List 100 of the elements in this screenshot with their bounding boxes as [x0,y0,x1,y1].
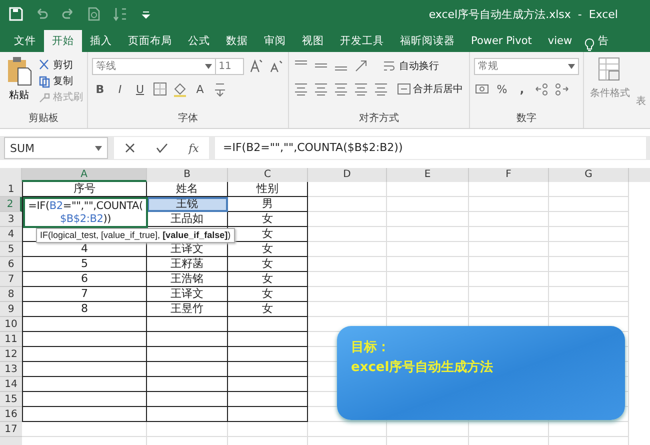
ribbon-tab[interactable]: 福昕阅读器 [392,30,463,52]
row-header[interactable]: 11 [0,332,22,347]
clipboard-button[interactable]: 复制 [38,74,83,88]
font-color-button[interactable]: A [192,82,208,96]
name-box[interactable]: SUM [4,137,108,159]
row-header[interactable]: 17 [0,422,22,437]
ribbon-tab[interactable]: 视图 [294,30,332,52]
ribbon-tab[interactable]: 开发工具 [332,30,392,52]
sort-icon[interactable] [112,6,128,22]
group-label: 对齐方式 [358,112,400,126]
table-cell: 男 [228,197,308,212]
column-header[interactable]: E [387,168,469,182]
row-header[interactable]: 4 [0,227,22,242]
ribbon-tab[interactable]: 开始 [44,30,82,52]
italic-button[interactable]: I [112,82,128,96]
table-cell: 性别 [228,182,308,197]
table-cell: 女 [228,287,308,302]
wrap-text-icon [383,59,397,73]
column-header[interactable]: B [147,168,228,182]
align-center-icon[interactable] [313,81,329,97]
row-header[interactable]: 5 [0,242,22,257]
table-cell: 王译文 [147,287,228,302]
orientation-icon[interactable] [353,58,369,74]
lightbulb-icon[interactable] [584,38,596,52]
table-cell: 王品如 [147,212,228,227]
ribbon-tab[interactable]: view [540,30,580,52]
percent-button[interactable]: % [494,82,510,96]
ribbon-tab[interactable]: 告 [595,30,618,52]
row-header[interactable]: 6 [0,257,22,272]
bold-button[interactable]: B [92,82,108,96]
window-title: excel序号自动生成方法.xlsx - Excel [428,6,619,22]
table-cell: 女 [228,272,308,287]
borders-icon[interactable] [152,81,168,97]
row-header[interactable]: 9 [0,302,22,317]
grow-font-icon[interactable] [248,58,264,74]
merge-icon [397,82,411,96]
group-label: 剪贴板 [28,112,60,126]
underline-button[interactable]: U [132,82,148,96]
function-tooltip: IF(logical_test, [value_if_true], [value_if_false]) [36,228,235,243]
row-header[interactable]: 15 [0,392,22,407]
align-left-icon[interactable] [293,81,309,97]
ribbon-tab[interactable]: 审阅 [256,30,294,52]
column-header[interactable]: C [228,168,308,182]
formula-field[interactable]: =IF(B2="","",COUNTA($B$2:B2)) [215,137,646,159]
ribbon-tab[interactable]: 公式 [180,30,218,52]
table-cell: 王昱竹 [147,302,228,317]
ribbon-tab[interactable]: 页面布局 [120,30,180,52]
row-header[interactable]: 14 [0,377,22,392]
increase-indent-icon[interactable] [373,81,389,97]
shrink-font-icon[interactable] [268,58,284,74]
row-header[interactable]: 13 [0,362,22,377]
table-cell: 女 [228,302,308,317]
ribbon-tab[interactable]: 插入 [82,30,120,52]
increase-decimal-icon[interactable] [534,81,550,97]
print-preview-icon[interactable] [86,6,102,22]
fill-color-icon[interactable] [172,81,188,97]
dropdown-caret-icon[interactable] [95,146,102,150]
row-header[interactable]: 7 [0,272,22,287]
insert-function-button[interactable]: fx [188,142,199,154]
row-header[interactable]: 2 [0,197,22,212]
row-header[interactable]: 3 [0,212,22,227]
close-icon[interactable] [124,142,136,154]
phonetic-icon[interactable] [212,81,228,97]
align-right-icon[interactable] [333,81,349,97]
callout-title: 目标： [351,339,391,357]
table-cell: 7 [22,287,147,302]
column-header[interactable]: D [308,168,387,182]
number-format-field[interactable]: 常规 [474,58,579,74]
font-name-field[interactable]: 等线 [92,58,216,74]
dropdown-caret-icon[interactable] [568,64,575,68]
cell-editor[interactable]: =IF(B2="","",COUNTA( $B$2:B2)) [23,197,148,228]
ribbon-tab[interactable]: 文件 [6,30,44,52]
row-header[interactable]: 8 [0,287,22,302]
group-label: 数字 [516,112,538,126]
wrap-text-button[interactable]: 自动换行 [383,59,439,73]
save-icon[interactable] [8,6,24,22]
font-size-field[interactable]: 11 [214,58,244,74]
paste-button[interactable]: 粘贴 [4,56,34,112]
row-header[interactable]: 16 [0,407,22,422]
decrease-decimal-icon[interactable] [554,81,570,97]
decrease-indent-icon[interactable] [353,81,369,97]
table-cell: 王籽菡 [147,257,228,272]
group-label: 字体 [177,112,199,126]
copy-icon [38,74,51,88]
ribbon-tab[interactable]: Power Pivot [463,30,540,52]
row-header[interactable]: 1 [0,182,22,197]
check-icon[interactable] [156,142,168,154]
table-cell: 8 [22,302,147,317]
row-header[interactable]: 12 [0,347,22,362]
column-header[interactable]: G [549,168,629,182]
row-header[interactable]: 10 [0,317,22,332]
merge-center-button[interactable]: 合并后居中 [397,82,463,96]
table-cell: 女 [228,257,308,272]
callout-text: excel序号自动生成方法 [351,358,494,377]
column-header[interactable]: A [22,168,147,182]
dropdown-caret-icon[interactable] [204,64,212,68]
ribbon-tab[interactable]: 数据 [218,30,256,52]
comma-button[interactable]: , [514,82,530,96]
clipboard-button[interactable]: 剪切 [38,58,83,72]
column-header[interactable]: F [469,168,549,182]
